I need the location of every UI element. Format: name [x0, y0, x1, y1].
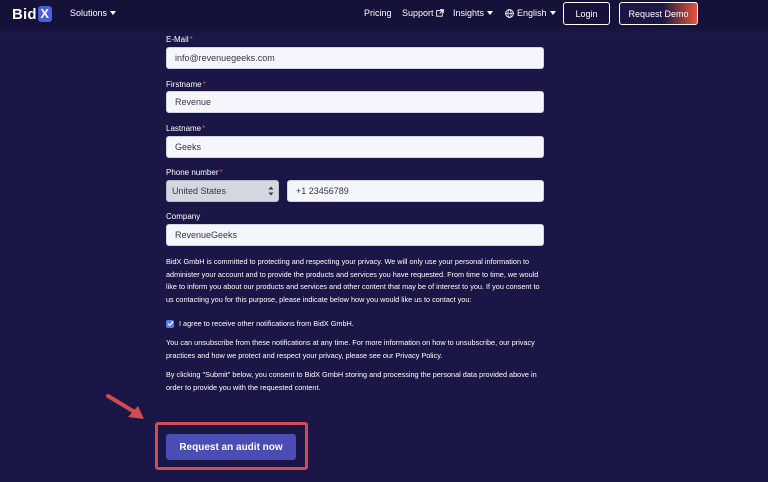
- nav-solutions-label: Solutions: [70, 8, 108, 18]
- language-selector[interactable]: English: [505, 8, 556, 18]
- globe-icon: [505, 8, 514, 18]
- firstname-label-text: Firstname: [166, 80, 202, 89]
- bidx-logo[interactable]: Bid X: [12, 4, 52, 24]
- request-demo-button[interactable]: Request Demo: [619, 2, 698, 25]
- company-label-text: Company: [166, 212, 201, 221]
- checkmark-icon: [167, 321, 173, 327]
- email-label: E-Mail*: [166, 35, 193, 44]
- lastname-field[interactable]: Geeks: [166, 136, 544, 158]
- phone-label-text: Phone number: [166, 168, 219, 177]
- chevron-down-icon: [549, 11, 556, 15]
- required-mark: *: [219, 168, 223, 177]
- chevron-down-icon: [487, 11, 494, 15]
- country-select[interactable]: United States: [166, 180, 279, 202]
- company-field[interactable]: RevenueGeeks: [166, 224, 544, 246]
- nav-support-label: Support: [402, 8, 434, 18]
- email-label-text: E-Mail: [166, 35, 189, 44]
- country-select-value: United States: [172, 186, 227, 196]
- annotation-arrow-icon: [106, 394, 144, 419]
- phone-label: Phone number*: [166, 168, 223, 177]
- consent-checkbox-row[interactable]: I agree to receive other notifications f…: [166, 319, 354, 328]
- language-label: English: [517, 8, 547, 18]
- submit-consent-info: By clicking "Submit" below, you consent …: [166, 370, 537, 392]
- required-mark: *: [202, 80, 206, 89]
- select-arrows-icon: [268, 186, 274, 196]
- top-navigation: Bid X Solutions Pricing Support Insights: [0, 0, 768, 28]
- login-button[interactable]: Login: [563, 2, 610, 25]
- nav-pricing[interactable]: Pricing: [364, 8, 392, 18]
- lastname-label: Lastname*: [166, 124, 205, 133]
- nav-shadow: [0, 28, 768, 36]
- privacy-statement: BidX GmbH is committed to protecting and…: [166, 257, 540, 304]
- logo-mark: X: [37, 6, 52, 22]
- nav-insights[interactable]: Insights: [453, 8, 494, 18]
- nav-support[interactable]: Support: [402, 8, 444, 18]
- required-mark: *: [189, 35, 193, 44]
- firstname-field[interactable]: Revenue: [166, 91, 544, 113]
- firstname-label: Firstname*: [166, 80, 206, 89]
- nav-insights-label: Insights: [453, 8, 485, 18]
- chevron-down-icon: [110, 11, 117, 15]
- unsubscribe-info: You can unsubscribe from these notificat…: [166, 338, 535, 360]
- email-field[interactable]: info@revenuegeeks.com: [166, 47, 544, 69]
- logo-text: Bid: [12, 5, 37, 23]
- nav-solutions[interactable]: Solutions: [70, 8, 117, 18]
- request-audit-button[interactable]: Request an audit now: [166, 434, 296, 460]
- page: Bid X Solutions Pricing Support Insights: [0, 0, 768, 482]
- phone-number-field[interactable]: +1 23456789: [287, 180, 544, 202]
- external-link-icon: [435, 9, 444, 17]
- company-label: Company: [166, 212, 200, 221]
- consent-label: I agree to receive other notifications f…: [179, 319, 354, 328]
- nav-pricing-label: Pricing: [364, 8, 392, 18]
- required-mark: *: [202, 124, 206, 133]
- consent-checkbox[interactable]: [166, 319, 174, 328]
- lastname-label-text: Lastname: [166, 124, 202, 133]
